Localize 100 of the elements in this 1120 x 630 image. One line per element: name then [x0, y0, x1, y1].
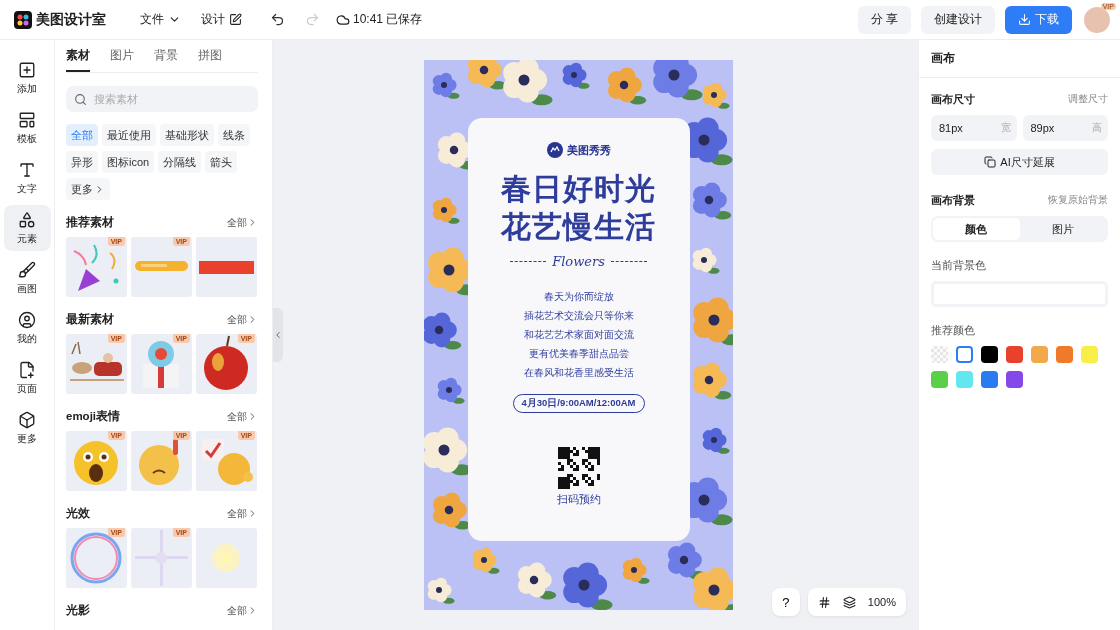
poster-text: 更有优美春季甜点品尝 — [528, 347, 629, 361]
app-logo-icon — [14, 10, 32, 29]
poster-title: 春日好时光 — [501, 171, 656, 207]
see-all-link[interactable]: 全部 — [227, 506, 258, 521]
color-swatch[interactable] — [1031, 346, 1048, 363]
header-button[interactable]: 分 享 — [857, 5, 911, 34]
download-icon — [1018, 13, 1031, 26]
color-swatch[interactable] — [931, 346, 948, 363]
ai-extend-button[interactable]: AI尺寸延展 — [931, 149, 1108, 175]
section-title: 最新素材 — [66, 312, 114, 327]
width-field[interactable]: 81px 宽 — [931, 115, 1017, 141]
see-all-link[interactable]: 全部 — [227, 409, 258, 424]
chevron-left-icon — [273, 330, 283, 340]
filter-tag[interactable]: 线条 — [218, 124, 250, 146]
brand-logo-icon — [546, 142, 563, 158]
see-all-link[interactable]: 全部 — [227, 603, 258, 618]
layers-icon[interactable] — [842, 595, 856, 609]
poster-text: 插花艺术交流会只等你来 — [523, 309, 634, 323]
script-text: Flowers — [552, 254, 605, 269]
app-name: 美图设计室 — [36, 10, 106, 29]
color-swatch[interactable] — [1006, 371, 1023, 388]
section-label: 画布背景 — [931, 193, 975, 208]
see-all-link[interactable]: 全部 — [227, 312, 258, 327]
brush-icon — [18, 260, 36, 279]
search-input[interactable]: 搜索素材 — [92, 92, 242, 106]
shapes-icon — [18, 210, 36, 229]
section-label: 画布尺寸 — [931, 92, 975, 107]
panel-title: 画布 — [919, 40, 1120, 78]
zoom-level[interactable]: 100% — [867, 596, 896, 608]
color-swatch[interactable] — [956, 346, 973, 363]
color-swatch[interactable] — [1081, 346, 1098, 363]
poster-title: 花艺慢生活 — [501, 209, 656, 245]
qr-code-drawing — [557, 447, 600, 489]
sidebar-item[interactable]: 元素 — [3, 205, 51, 251]
undo-icon[interactable] — [270, 12, 285, 27]
section-title: 推荐素材 — [66, 215, 114, 230]
filter-tag[interactable]: 最近使用 — [102, 124, 156, 146]
text-icon — [18, 160, 36, 179]
height-field[interactable]: 89px 高 — [1022, 115, 1108, 141]
filter-tag[interactable]: 更多 — [66, 178, 110, 200]
color-swatch[interactable] — [981, 346, 998, 363]
sidebar-item[interactable]: 添加 — [3, 55, 51, 101]
grid-icon[interactable] — [817, 595, 831, 609]
sidebar-item[interactable]: 模板 — [3, 105, 51, 151]
save-status: 10:41 已保存 — [353, 11, 423, 28]
sidebar-item[interactable]: 我的 — [3, 305, 51, 351]
help-button[interactable]: ? — [771, 588, 800, 616]
menu-button[interactable]: 设计 — [193, 7, 250, 32]
tab[interactable]: 素材 — [66, 47, 90, 72]
add-icon — [18, 60, 36, 79]
field-label: 当前背景色 — [931, 258, 986, 273]
header-button[interactable]: 创建设计 — [921, 5, 995, 34]
search-icon — [74, 92, 87, 106]
menu-button[interactable]: 文件 — [132, 7, 189, 32]
color-swatch[interactable] — [1056, 346, 1073, 363]
user-icon — [18, 310, 36, 329]
search-field[interactable]: 搜索素材 — [66, 86, 258, 112]
asset-thumbnail[interactable] — [196, 528, 257, 588]
sidebar-item[interactable]: 页面 — [3, 355, 51, 401]
section-title: emoji表情 — [66, 409, 121, 424]
filter-tag[interactable]: 图标icon — [102, 151, 155, 173]
section-title: 光效 — [66, 506, 90, 521]
color-swatch[interactable] — [956, 371, 973, 388]
segment-tab[interactable]: 颜色 — [933, 218, 1020, 240]
field-label: 推荐颜色 — [931, 323, 975, 338]
poster-text: 春天为你而绽放 — [543, 290, 614, 304]
color-swatch[interactable] — [931, 371, 948, 388]
restore-link[interactable]: 恢复原始背景 — [1048, 194, 1108, 207]
tab[interactable]: 背景 — [154, 47, 178, 72]
resize-link[interactable]: 调整尺寸 — [1068, 93, 1108, 106]
poster-text: 在春风和花香里感受生活 — [523, 366, 634, 380]
color-swatch[interactable] — [981, 371, 998, 388]
filter-tag[interactable]: 异形 — [66, 151, 98, 173]
tab[interactable]: 拼图 — [198, 47, 222, 72]
page-icon — [18, 360, 36, 379]
see-all-link[interactable]: 全部 — [227, 215, 258, 230]
sidebar-item[interactable]: 文字 — [3, 155, 51, 201]
cube-icon — [18, 410, 36, 429]
sidebar-item[interactable]: 更多 — [3, 405, 51, 451]
section-title: 光影 — [66, 603, 90, 618]
download-button[interactable]: 下载 — [1005, 5, 1072, 34]
filter-tag[interactable]: 分隔线 — [158, 151, 202, 173]
filter-tag[interactable]: 全部 — [66, 124, 98, 146]
sidebar-item[interactable]: 画图 — [3, 255, 51, 301]
resize-icon — [984, 156, 997, 168]
qr-caption: 扫码预约 — [556, 492, 601, 507]
height-input[interactable]: 89px — [1028, 121, 1079, 135]
width-input[interactable]: 81px — [937, 121, 987, 135]
layout-icon — [18, 110, 36, 129]
tab[interactable]: 图片 — [110, 47, 134, 72]
color-swatch[interactable] — [1006, 346, 1023, 363]
poster-text: 和花艺艺术家面对面交流 — [523, 328, 634, 342]
filter-tag[interactable]: 基础形状 — [160, 124, 214, 146]
collapse-panel-button[interactable] — [273, 308, 283, 362]
cloud-icon — [336, 12, 350, 27]
segment-tab[interactable]: 图片 — [1019, 218, 1106, 240]
redo-icon[interactable] — [305, 12, 320, 27]
asset-thumbnail[interactable] — [196, 237, 257, 297]
edit-icon — [229, 13, 242, 26]
filter-tag[interactable]: 箭头 — [205, 151, 238, 173]
